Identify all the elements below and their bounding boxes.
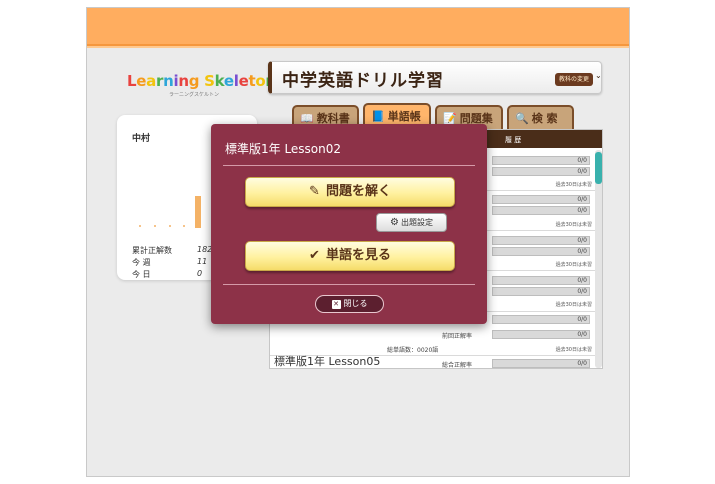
chart-dot [169, 225, 171, 227]
chevron-down-icon[interactable]: ⌄ [595, 71, 602, 80]
history-bar: 0/0 [492, 315, 590, 324]
solve-questions-button[interactable]: ✎ 問題を解く [245, 177, 455, 207]
logo-title: Learning Skeleton [127, 72, 276, 90]
history-bar: 0/0 [492, 156, 590, 165]
chart-dot [139, 225, 141, 227]
tab-label: 検 索 [531, 112, 558, 125]
stat-value: 11 [197, 257, 208, 266]
chart-dot [183, 225, 185, 227]
past-note: 過去30日は未習 [555, 347, 592, 353]
search-icon: 🔍 [515, 112, 529, 125]
settings-label: 出題設定 [400, 218, 433, 227]
close-icon: ✕ [331, 300, 341, 309]
stat-value: 0 [197, 269, 203, 278]
history-bar: 0/0 [492, 287, 590, 296]
stat-label: 今 週 [132, 258, 151, 267]
prev-correct-label: 前回正解率 [442, 333, 473, 340]
stat-label: 今 日 [132, 270, 151, 279]
pencil-icon: ✎ [309, 184, 320, 199]
dialog-title: 標準版1年 Lesson02 [225, 142, 342, 156]
total-correct-label: 総合正解率 [442, 362, 473, 369]
change-subject-button[interactable]: 教科の変更 [555, 73, 594, 86]
close-label: 閉じる [343, 299, 368, 308]
history-bar: 0/0 [492, 276, 590, 285]
view-label: 単語を見る [325, 248, 391, 263]
user-name: 中村 [132, 134, 151, 144]
past-note: 過去30日は未習 [555, 222, 592, 228]
close-button[interactable]: ✕ 閉じる [315, 295, 384, 313]
stat-label: 累計正解数 [132, 246, 172, 255]
tab-label: 単語帳 [387, 110, 421, 123]
chart-bar [195, 196, 201, 228]
logo: Learning Skeleton ラーニングスケルトン [127, 72, 276, 98]
history-bar: 0/0 [492, 195, 590, 204]
divider [223, 165, 475, 166]
history-bar: 0/0 [492, 206, 590, 215]
page-title: 中学英語ドリル学習 [282, 71, 444, 91]
top-bar [87, 8, 629, 48]
question-settings-button[interactable]: ⚙ 出題設定 [376, 213, 447, 232]
total-words-label: 総単語数：0020語 [387, 347, 439, 354]
history-bar: 0/0 [492, 236, 590, 245]
lesson-title[interactable]: 標準版1年 Lesson05 [274, 353, 380, 368]
logo-subtitle: ラーニングスケルトン [169, 92, 220, 98]
solve-label: 問題を解く [325, 184, 391, 199]
wordbook-icon: 📘 [371, 110, 385, 123]
gear-icon: ⚙ [390, 217, 399, 228]
divider [223, 284, 475, 285]
scrollbar-thumb[interactable] [595, 152, 602, 184]
chart-dot [154, 225, 156, 227]
history-header-label: 履 歴 [505, 136, 522, 144]
history-bar: 0/0 [492, 247, 590, 256]
history-bar: 0/0 [492, 359, 590, 368]
past-note: 過去30日は未習 [555, 302, 592, 308]
stat-value: 182 [197, 245, 213, 254]
course-banner: 中学英語ドリル学習 教科の変更 ⌄ [268, 61, 602, 94]
history-bar: 0/0 [492, 167, 590, 176]
lesson-action-dialog: 標準版1年 Lesson02 ✎ 問題を解く ⚙ 出題設定 ✔ 単語を見る ✕ 閉じる [211, 124, 487, 324]
check-icon: ✔ [309, 248, 320, 263]
view-words-button[interactable]: ✔ 単語を見る [245, 241, 455, 271]
history-bar: 0/0 [492, 330, 590, 339]
past-note: 過去30日は未習 [555, 182, 592, 188]
tab-search[interactable]: 🔍 検 索 [507, 105, 574, 129]
past-note: 過去30日は未習 [555, 262, 592, 268]
